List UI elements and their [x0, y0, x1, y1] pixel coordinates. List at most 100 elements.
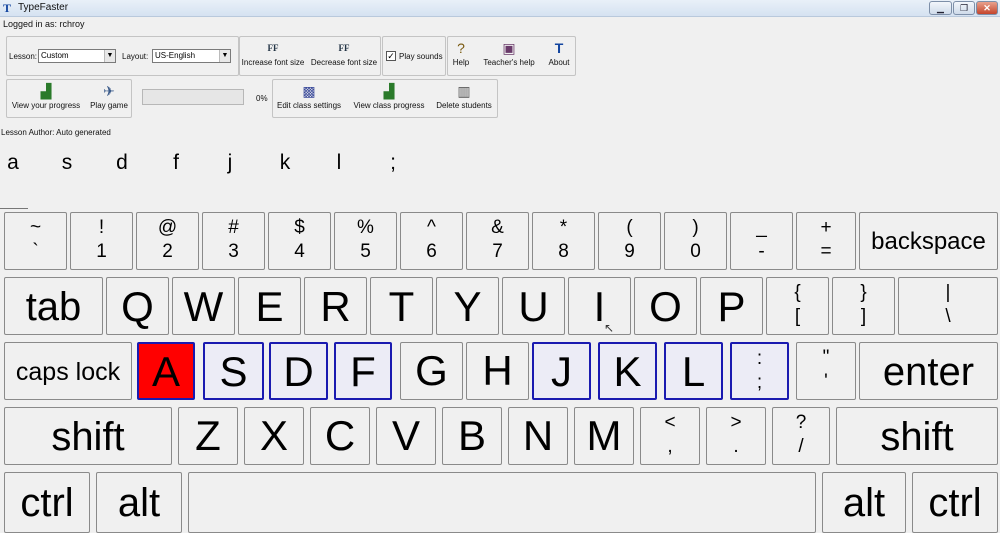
view-class-label: View class progress: [353, 101, 425, 110]
key-p[interactable]: P: [700, 277, 763, 335]
key-c[interactable]: C: [310, 407, 370, 465]
key-top: }: [860, 282, 867, 303]
lesson-select[interactable]: Custom ▼: [38, 49, 116, 63]
key-5[interactable]: % 5: [334, 212, 397, 270]
key-i[interactable]: I: [568, 277, 631, 335]
about-label: About: [548, 58, 570, 67]
key-y[interactable]: Y: [436, 277, 499, 335]
key-period[interactable]: >.: [706, 407, 766, 465]
key-a[interactable]: A: [137, 342, 195, 400]
help-button[interactable]: ? Help: [449, 40, 473, 67]
key-k[interactable]: K: [598, 342, 657, 400]
key-e[interactable]: E: [238, 277, 301, 335]
key-6[interactable]: ^ 6: [400, 212, 463, 270]
key-caps-lock[interactable]: caps lock: [4, 342, 132, 400]
decrease-font-button[interactable]: FF Decrease font size: [310, 40, 378, 67]
key-top: @: [157, 217, 178, 238]
lesson-key: l: [336, 151, 342, 174]
key-label: alt: [117, 481, 161, 525]
key-9[interactable]: (9: [598, 212, 661, 270]
key-backtick[interactable]: ~ `: [4, 212, 67, 270]
key-n[interactable]: N: [508, 407, 568, 465]
key-equals[interactable]: + =: [796, 212, 856, 270]
key-comma[interactable]: <,: [640, 407, 700, 465]
key-u[interactable]: U: [502, 277, 565, 335]
key-slash[interactable]: ? /: [772, 407, 830, 465]
key-2[interactable]: @2: [136, 212, 199, 270]
key-enter[interactable]: enter: [859, 342, 998, 400]
key-top: >: [730, 412, 742, 433]
key-m[interactable]: M: [574, 407, 634, 465]
key-minus[interactable]: _ -: [730, 212, 793, 270]
play-game-button[interactable]: ✈ Play game: [88, 83, 130, 110]
key-h[interactable]: H: [466, 342, 529, 400]
key-left-bracket[interactable]: {[: [766, 277, 829, 335]
key-label: E: [255, 283, 284, 330]
key-top: ): [692, 217, 699, 238]
restore-button[interactable]: ❐: [953, 1, 975, 15]
key-top: ^: [427, 217, 436, 238]
lesson-progress-bar: [142, 89, 244, 105]
key-label: B: [457, 412, 486, 459]
teachers-help-button[interactable]: ▣ Teacher's help: [478, 40, 540, 67]
key-label: N: [522, 412, 554, 459]
view-progress-button[interactable]: ▟ View your progress: [8, 83, 84, 110]
increase-font-button[interactable]: FF Increase font size: [240, 40, 306, 67]
about-button[interactable]: T About: [544, 40, 574, 67]
key-w[interactable]: W: [172, 277, 235, 335]
key-right-bracket[interactable]: }]: [832, 277, 895, 335]
key-right-alt[interactable]: alt: [822, 472, 906, 533]
key-label: shift: [880, 415, 954, 459]
key-l[interactable]: L: [664, 342, 723, 400]
layout-select[interactable]: US-English ▼: [152, 49, 231, 63]
key-o[interactable]: O: [634, 277, 697, 335]
key-backspace[interactable]: backspace: [859, 212, 998, 270]
key-backslash[interactable]: | \: [898, 277, 998, 335]
key-r[interactable]: R: [304, 277, 367, 335]
app-icon: T: [3, 1, 12, 15]
key-right-ctrl[interactable]: ctrl: [912, 472, 998, 533]
edit-class-settings-button[interactable]: ▩ Edit class settings: [274, 83, 344, 110]
key-z[interactable]: Z: [178, 407, 238, 465]
key-7[interactable]: & 7: [466, 212, 529, 270]
key-q[interactable]: Q: [106, 277, 169, 335]
key-bottom: ,: [667, 436, 673, 457]
key-4[interactable]: $4: [268, 212, 331, 270]
keyboard-divider: [0, 208, 28, 209]
key-x[interactable]: X: [244, 407, 304, 465]
key-label: shift: [51, 415, 125, 459]
key-label: L: [681, 348, 706, 395]
rocket-icon: ✈: [103, 83, 115, 99]
key-d[interactable]: D: [269, 342, 328, 400]
key-j[interactable]: J: [532, 342, 591, 400]
key-left-ctrl[interactable]: ctrl: [4, 472, 90, 533]
key-8[interactable]: * 8: [532, 212, 595, 270]
key-semicolon[interactable]: :;: [730, 342, 789, 400]
view-class-progress-button[interactable]: ▟ View class progress: [350, 83, 428, 110]
key-0[interactable]: ) 0: [664, 212, 727, 270]
key-1[interactable]: ! 1: [70, 212, 133, 270]
key-g[interactable]: G: [400, 342, 463, 400]
key-space[interactable]: [188, 472, 816, 533]
key-s[interactable]: S: [203, 342, 264, 400]
delete-students-button[interactable]: ▥ Delete students: [433, 83, 495, 110]
key-label: P: [717, 283, 746, 330]
key-left-shift[interactable]: shift: [4, 407, 172, 465]
key-tab[interactable]: tab: [4, 277, 103, 335]
decrease-font-icon: FF: [310, 40, 378, 56]
key-right-shift[interactable]: shift: [836, 407, 998, 465]
key-b[interactable]: B: [442, 407, 502, 465]
key-top: ~: [29, 217, 42, 238]
key-3[interactable]: #3: [202, 212, 265, 270]
key-v[interactable]: V: [376, 407, 436, 465]
key-f[interactable]: F: [334, 342, 392, 400]
close-button[interactable]: ✕: [976, 1, 998, 15]
key-left-alt[interactable]: alt: [96, 472, 182, 533]
key-quote[interactable]: " ': [796, 342, 856, 400]
key-label: T: [388, 283, 415, 330]
key-t[interactable]: T: [370, 277, 433, 335]
play-sounds-checkbox[interactable]: ✓: [386, 51, 396, 61]
key-label: enter: [882, 350, 975, 394]
minimize-button[interactable]: ▁: [929, 1, 952, 15]
settings-icon: ▩: [302, 83, 316, 99]
